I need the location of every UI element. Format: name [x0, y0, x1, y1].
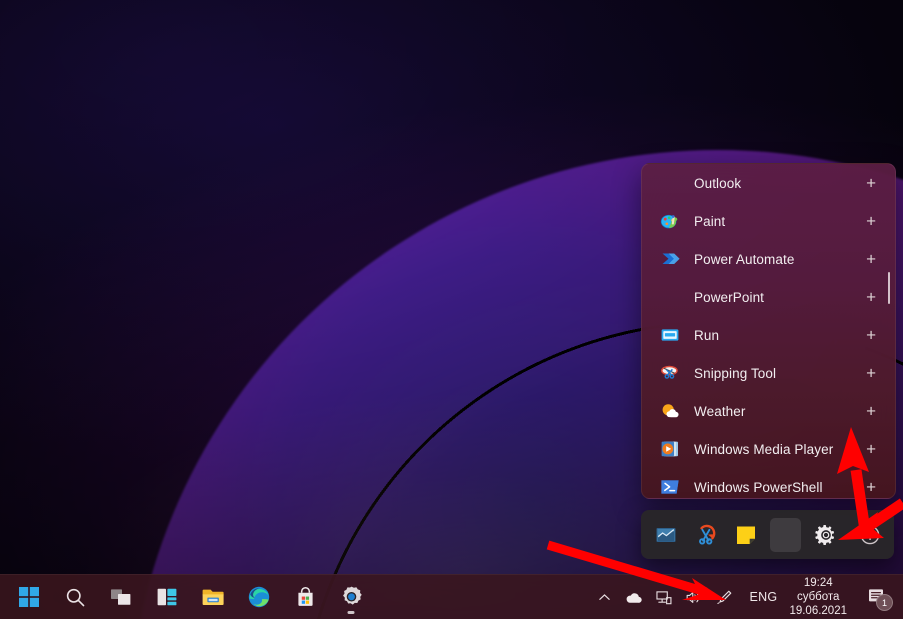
speaker-icon[interactable] — [682, 583, 706, 611]
weather-icon — [660, 401, 680, 421]
list-item-label: PowerPoint — [694, 289, 765, 305]
list-item-label: Outlook — [694, 175, 742, 191]
active-app-indicator — [347, 611, 355, 614]
pin-to-start-plus-icon[interactable]: + — [866, 441, 876, 458]
settings-button[interactable] — [331, 577, 371, 617]
power-automate-icon — [660, 249, 680, 269]
sticky-note-icon[interactable] — [730, 518, 761, 552]
clock-date: 19.06.2021 — [789, 605, 847, 617]
list-item-label: Weather — [694, 403, 746, 419]
taskbar-clock[interactable]: 19:24 суббота 19.06.2021 — [789, 576, 847, 618]
file-explorer-button[interactable] — [193, 577, 233, 617]
language-indicator[interactable]: ENG — [749, 590, 777, 604]
microsoft-store-button[interactable] — [285, 577, 325, 617]
list-item[interactable]: Outlook + — [642, 164, 895, 202]
list-item[interactable]: Weather + — [642, 392, 895, 430]
cloud-icon[interactable] — [622, 583, 646, 611]
windows-taskbar[interactable]: ENG 19:24 суббота 19.06.2021 1 — [0, 574, 903, 619]
list-item[interactable]: Windows Media Player + — [642, 430, 895, 468]
start-button[interactable] — [9, 577, 49, 617]
system-tray[interactable]: ENG 19:24 суббота 19.06.2021 — [589, 575, 853, 619]
snipping-tool-icon — [660, 363, 680, 383]
snipping-tool-toolbar[interactable] — [641, 510, 894, 559]
notification-count-badge: 1 — [876, 594, 893, 611]
list-item[interactable]: Run + — [642, 316, 895, 354]
app-icon-placeholder — [660, 173, 680, 193]
start-all-apps-list[interactable]: Outlook + Paint + Power Automate + Power… — [641, 163, 896, 499]
clock-time: 19:24 — [803, 577, 833, 589]
notification-center-button[interactable]: 1 — [857, 575, 897, 619]
task-view-button[interactable] — [101, 577, 141, 617]
pin-to-start-plus-icon[interactable]: + — [866, 403, 876, 420]
snapshot-preview-button[interactable] — [650, 518, 681, 552]
pin-to-start-plus-icon[interactable]: + — [866, 289, 876, 306]
microsoft-edge-button[interactable] — [239, 577, 279, 617]
pin-to-start-plus-icon[interactable]: + — [866, 327, 876, 344]
clock-weekday: суббота — [796, 591, 840, 603]
app-list-scrollbar[interactable] — [888, 272, 890, 304]
gear-icon[interactable] — [810, 518, 841, 552]
windows-powershell-icon — [660, 477, 680, 497]
search-button[interactable] — [55, 577, 95, 617]
list-item-label: Paint — [694, 213, 726, 229]
run-icon — [660, 325, 680, 345]
pin-to-start-plus-icon[interactable]: + — [866, 365, 876, 382]
list-item[interactable]: Windows PowerShell + — [642, 468, 895, 498]
list-item-label: Snipping Tool — [694, 365, 777, 381]
windows-media-player-icon — [660, 439, 680, 459]
app-icon-placeholder — [660, 287, 680, 307]
snipping-scissors-icon[interactable] — [690, 518, 721, 552]
pin-to-start-plus-icon[interactable]: + — [866, 251, 876, 268]
list-item-label: Windows PowerShell — [694, 479, 823, 495]
list-item-label: Windows Media Player — [694, 441, 834, 457]
pen-icon[interactable] — [712, 583, 736, 611]
chevron-up-icon[interactable] — [592, 583, 616, 611]
pin-to-start-plus-icon[interactable]: + — [866, 479, 876, 496]
list-item[interactable]: Power Automate + — [642, 240, 895, 278]
list-item[interactable]: Snipping Tool + — [642, 354, 895, 392]
widgets-button[interactable] — [147, 577, 187, 617]
list-item-label: Run — [694, 327, 720, 343]
taskbar-pinned-buttons — [6, 575, 374, 619]
pin-to-start-plus-icon[interactable]: + — [866, 175, 876, 192]
pin-to-start-plus-icon[interactable]: + — [866, 213, 876, 230]
blank-icon[interactable] — [770, 517, 801, 552]
list-item[interactable]: Paint + — [642, 202, 895, 240]
paint-icon — [660, 211, 680, 231]
list-item[interactable]: PowerPoint + — [642, 278, 895, 316]
list-item-label: Power Automate — [694, 251, 795, 267]
network-icon[interactable] — [652, 583, 676, 611]
help-circle-icon[interactable] — [854, 518, 885, 552]
